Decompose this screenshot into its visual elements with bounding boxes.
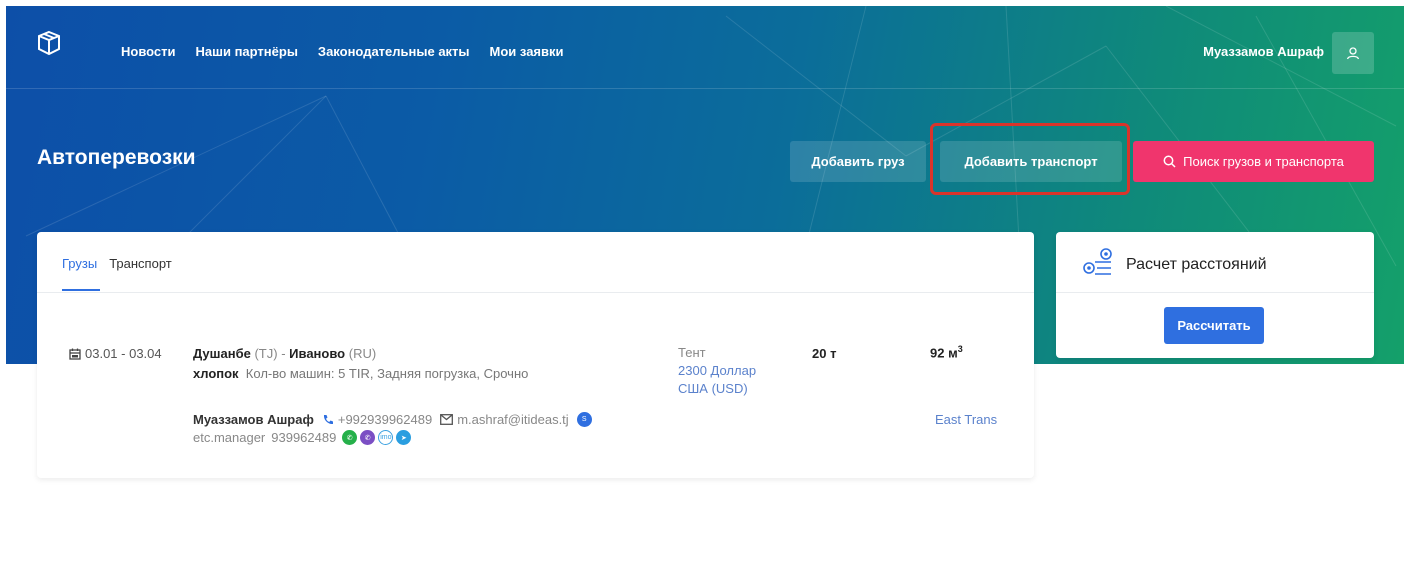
cargo-line: хлопок Кол-во машин: 5 TIR, Задняя погру… (193, 366, 528, 381)
nav-link-my-requests[interactable]: Мои заявки (490, 44, 564, 59)
listings-card: Грузы Транспорт 03.01 - 03.04 Душанбе (T… (37, 232, 1034, 478)
mail-icon (440, 414, 454, 425)
price: 2300 Доллар США (USD) (678, 363, 757, 396)
cargo-name: хлопок (193, 366, 239, 381)
top-navigation: Новости Наши партнёры Законодательные ак… (6, 6, 1404, 89)
messenger-line: etc.manager 939962489 ✆ ✆ imo ➤ (193, 430, 414, 445)
skype-login: etc.manager (193, 430, 266, 445)
whatsapp-icon[interactable]: ✆ (342, 430, 358, 445)
add-cargo-button[interactable]: Добавить груз (790, 141, 926, 182)
skype-icon[interactable]: S (576, 412, 592, 427)
route[interactable]: Душанбе (TJ) - Иваново (RU) (193, 346, 376, 361)
volume-value: 92 м (930, 345, 958, 361)
weight: 20 т (812, 346, 837, 361)
listing-date: 03.01 - 03.04 (69, 346, 162, 361)
nav-links: Новости Наши партнёры Законодательные ак… (121, 44, 584, 59)
distance-calc-card: Расчет расстояний Рассчитать (1056, 232, 1374, 358)
route-separator: - (281, 346, 286, 361)
company-link[interactable]: East Trans (935, 412, 997, 427)
box-logo-icon[interactable] (36, 30, 62, 56)
search-cargo-transport-button[interactable]: Поиск грузов и транспорта (1133, 141, 1374, 182)
contact-name: Муаззамов Ашраф (193, 412, 314, 427)
telegram-icon[interactable]: ➤ (396, 430, 412, 445)
search-icon (1163, 155, 1176, 168)
calculate-button[interactable]: Рассчитать (1164, 307, 1264, 344)
phone-number: +992939962489 (337, 412, 433, 427)
tabs: Грузы Транспорт (62, 256, 184, 271)
route-map-icon (1083, 248, 1112, 275)
phone-contact[interactable]: +992939962489 (322, 412, 432, 427)
nav-link-partners[interactable]: Наши партнёры (196, 44, 298, 59)
contact-line: Муаззамов Ашраф +992939962489 m.ashraf@i… (193, 412, 595, 427)
distance-calc-title: Расчет расстояний (1126, 256, 1267, 273)
imo-icon[interactable]: imo (378, 430, 394, 445)
active-tab-indicator (62, 289, 100, 291)
divider (37, 292, 1034, 293)
volume-unit-superscript: 3 (957, 344, 963, 354)
cargo-details: Кол-во машин: 5 TIR, Задняя погрузка, Ср… (245, 366, 529, 381)
nav-link-news[interactable]: Новости (121, 44, 176, 59)
tab-cargo[interactable]: Грузы (62, 256, 97, 271)
phone-icon (323, 414, 333, 424)
email-address: m.ashraf@itideas.tj (457, 412, 569, 427)
body-and-price: Тент 2300 Доллар США (USD) (678, 344, 773, 398)
body-type: Тент (678, 345, 706, 360)
from-country: (TJ) (254, 346, 278, 361)
tab-transport[interactable]: Транспорт (109, 256, 172, 271)
date-range: 03.01 - 03.04 (85, 346, 162, 361)
to-country: (RU) (348, 346, 377, 361)
calendar-icon (69, 348, 81, 360)
volume: 92 м3 (930, 344, 963, 360)
from-city: Душанбе (193, 346, 251, 361)
messenger-phone: 939962489 (271, 430, 337, 445)
page-title: Автоперевозки (37, 146, 196, 169)
highlight-box (930, 123, 1130, 195)
email-contact[interactable]: m.ashraf@itideas.tj (440, 412, 569, 427)
to-city: Иваново (289, 346, 346, 361)
divider (1056, 292, 1374, 293)
search-button-label: Поиск грузов и транспорта (1183, 154, 1344, 169)
viber-icon[interactable]: ✆ (360, 430, 376, 445)
user-menu-button[interactable] (1332, 32, 1374, 74)
user-icon (1346, 47, 1360, 60)
user-name[interactable]: Муаззамов Ашраф (1203, 44, 1324, 59)
nav-link-legislation[interactable]: Законодательные акты (318, 44, 470, 59)
